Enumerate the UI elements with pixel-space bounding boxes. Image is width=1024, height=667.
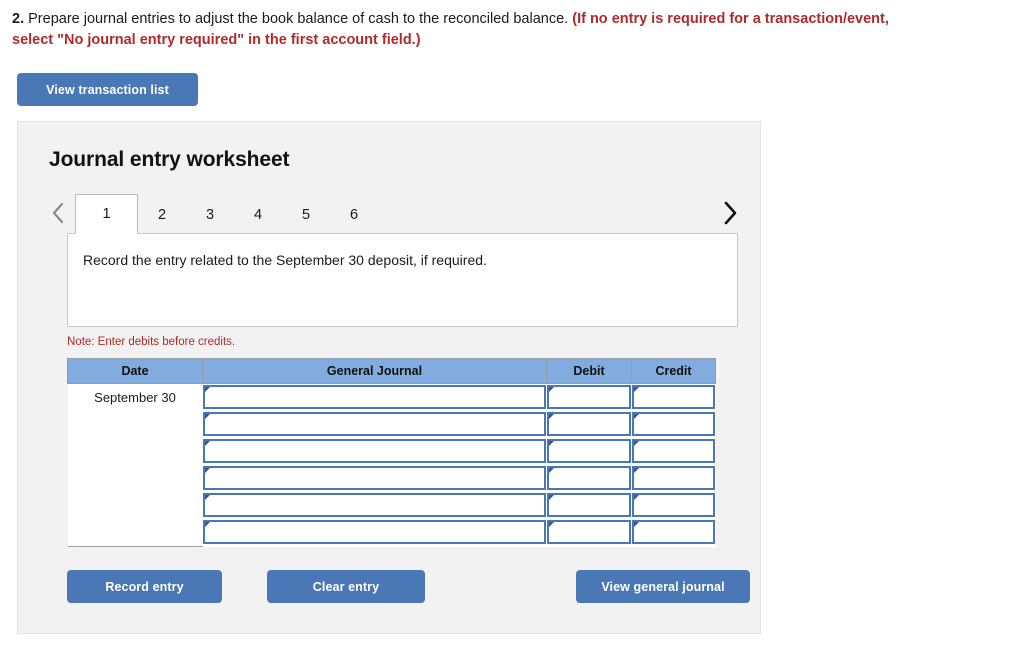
question-text: Prepare journal entries to adjust the bo… bbox=[28, 11, 569, 27]
cell-general-journal bbox=[202, 383, 547, 411]
tab-label: 4 bbox=[253, 206, 263, 223]
tab-label: 2 bbox=[157, 206, 167, 223]
tab-2[interactable]: 2 bbox=[138, 194, 186, 234]
column-header-general-journal: General Journal bbox=[202, 358, 547, 384]
cell-debit bbox=[546, 411, 632, 438]
column-header-debit: Debit bbox=[546, 358, 632, 384]
worksheet-action-buttons: Record entry Clear entry View general jo… bbox=[67, 570, 750, 603]
tab-6[interactable]: 6 bbox=[330, 194, 378, 234]
instruction-text: Record the entry related to the Septembe… bbox=[83, 252, 487, 268]
tab-label: 1 bbox=[102, 206, 111, 222]
cell-credit bbox=[631, 492, 716, 519]
table-row bbox=[67, 492, 716, 519]
view-transaction-list-wrap: View transaction list bbox=[17, 73, 1024, 106]
instruction-box: Record the entry related to the Septembe… bbox=[67, 233, 738, 327]
credit-input[interactable] bbox=[631, 466, 715, 490]
credit-input[interactable] bbox=[631, 439, 715, 463]
general-journal-input[interactable] bbox=[202, 412, 546, 436]
table-row: September 30 bbox=[67, 383, 716, 411]
journal-entry-table: Date General Journal Debit Credit Septem… bbox=[67, 358, 716, 547]
general-journal-input[interactable] bbox=[202, 385, 546, 409]
cell-credit bbox=[631, 411, 716, 438]
question-number: 2. bbox=[12, 11, 25, 27]
clear-entry-button[interactable]: Clear entry bbox=[267, 570, 425, 603]
cell-date bbox=[67, 519, 203, 547]
cell-credit bbox=[631, 465, 716, 492]
cell-debit bbox=[546, 438, 632, 465]
panel-title: Journal entry worksheet bbox=[49, 148, 290, 171]
table-row bbox=[67, 411, 716, 438]
credit-input[interactable] bbox=[631, 385, 715, 409]
general-journal-input[interactable] bbox=[202, 439, 546, 463]
tab-1[interactable]: 1 bbox=[75, 194, 138, 234]
view-general-journal-button[interactable]: View general journal bbox=[576, 570, 750, 603]
view-transaction-list-button[interactable]: View transaction list bbox=[17, 73, 198, 106]
cell-debit bbox=[546, 383, 632, 411]
worksheet-tabs: 1 2 3 4 5 6 bbox=[45, 192, 737, 234]
journal-entry-worksheet-panel: Journal entry worksheet 1 2 3 4 5 6 Reco… bbox=[17, 121, 761, 634]
table-header-row: Date General Journal Debit Credit bbox=[67, 358, 716, 384]
cell-credit bbox=[631, 383, 716, 411]
cell-date bbox=[67, 411, 203, 438]
question-statement: 2. Prepare journal entries to adjust the… bbox=[12, 9, 932, 51]
cell-debit bbox=[546, 492, 632, 519]
tab-4[interactable]: 4 bbox=[234, 194, 282, 234]
debit-input[interactable] bbox=[546, 493, 631, 517]
tab-5[interactable]: 5 bbox=[282, 194, 330, 234]
cell-debit bbox=[546, 465, 632, 492]
general-journal-input[interactable] bbox=[202, 493, 546, 517]
cell-date: September 30 bbox=[67, 383, 203, 411]
tab-label: 6 bbox=[349, 206, 359, 223]
cell-credit bbox=[631, 519, 716, 547]
credit-input[interactable] bbox=[631, 412, 715, 436]
table-row bbox=[67, 465, 716, 492]
cell-general-journal bbox=[202, 438, 547, 465]
record-entry-button[interactable]: Record entry bbox=[67, 570, 222, 603]
cell-date bbox=[67, 465, 203, 492]
credit-input[interactable] bbox=[631, 493, 715, 517]
tab-3[interactable]: 3 bbox=[186, 194, 234, 234]
cell-date bbox=[67, 438, 203, 465]
tab-label: 5 bbox=[301, 206, 311, 223]
cell-date bbox=[67, 492, 203, 519]
column-header-date: Date bbox=[67, 358, 203, 384]
debit-input[interactable] bbox=[546, 466, 631, 490]
general-journal-input[interactable] bbox=[202, 466, 546, 490]
cell-general-journal bbox=[202, 465, 547, 492]
next-page-chevron-icon[interactable] bbox=[717, 192, 743, 234]
debit-input[interactable] bbox=[546, 439, 631, 463]
general-journal-input[interactable] bbox=[202, 520, 546, 545]
tab-label: 3 bbox=[205, 206, 215, 223]
table-row bbox=[67, 438, 716, 465]
debit-input[interactable] bbox=[546, 385, 631, 409]
cell-credit bbox=[631, 438, 716, 465]
credit-input[interactable] bbox=[631, 520, 715, 545]
table-row bbox=[67, 519, 716, 547]
debit-input[interactable] bbox=[546, 520, 631, 545]
cell-debit bbox=[546, 519, 632, 547]
previous-page-chevron-icon[interactable] bbox=[45, 192, 71, 234]
cell-general-journal bbox=[202, 519, 547, 547]
debit-input[interactable] bbox=[546, 412, 631, 436]
debits-before-credits-note: Note: Enter debits before credits. bbox=[67, 336, 236, 348]
column-header-credit: Credit bbox=[631, 358, 716, 384]
cell-general-journal bbox=[202, 411, 547, 438]
cell-general-journal bbox=[202, 492, 547, 519]
